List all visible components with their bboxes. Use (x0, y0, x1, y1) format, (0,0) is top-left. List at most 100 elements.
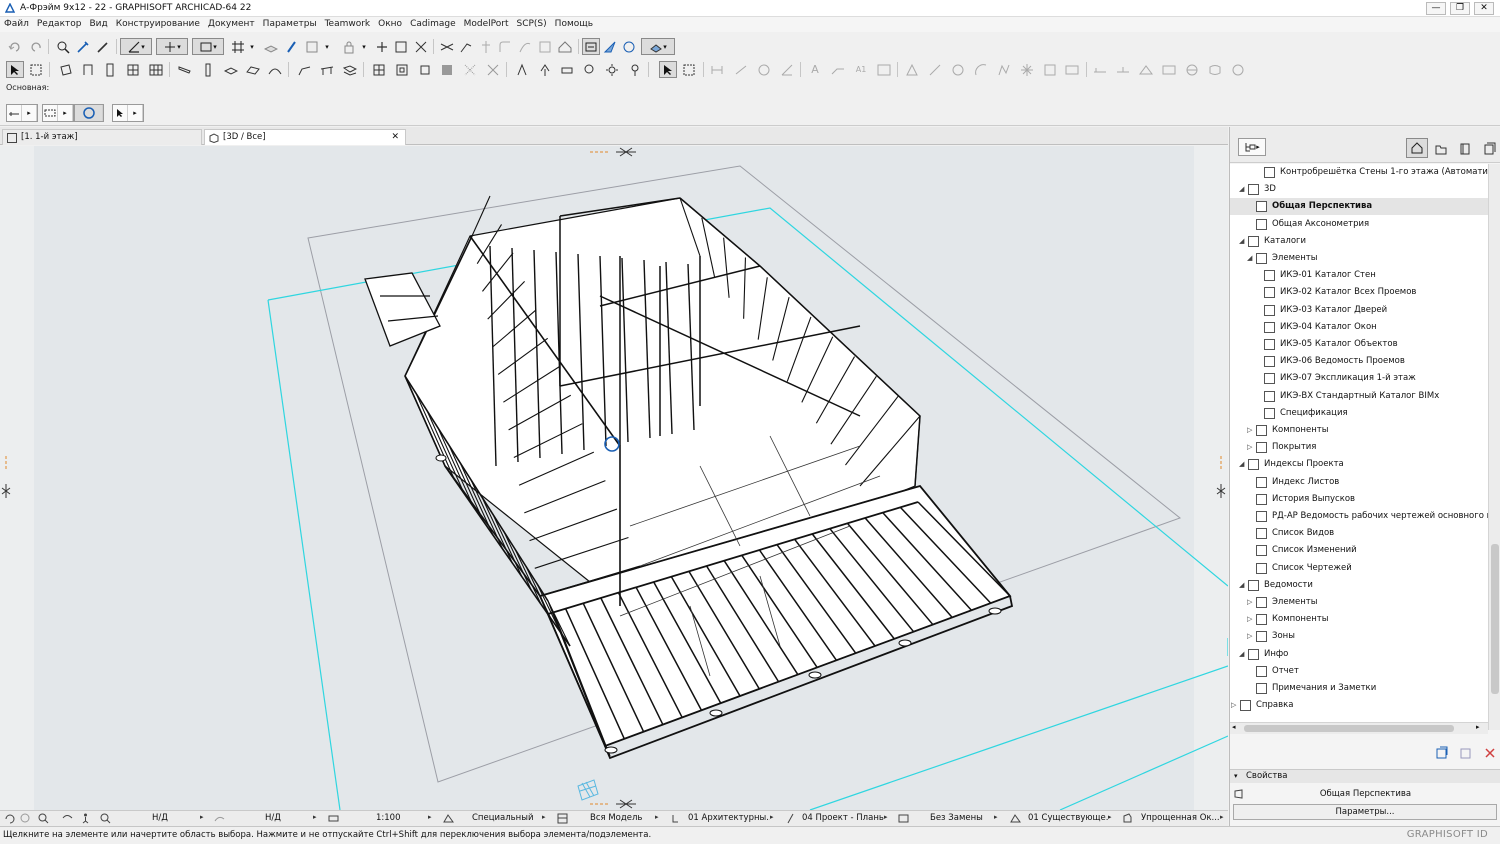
menu-options[interactable]: Параметры (259, 17, 321, 31)
selection-method-group[interactable]: ▸ (42, 104, 74, 122)
chevron-right-icon[interactable]: ▸ (655, 813, 659, 821)
intersect-icon[interactable] (477, 38, 495, 55)
collapsed-triangle-icon[interactable]: ▷ (1247, 422, 1255, 439)
renovation-filter-field[interactable]: 01 Существующе... (1028, 811, 1108, 826)
tree-item[interactable]: ◢ Каталоги (1230, 233, 1488, 250)
scroll-thumb[interactable] (1491, 544, 1499, 694)
chevron-right-icon[interactable]: ▸ (428, 813, 432, 821)
chevron-right-icon[interactable]: ▸ (1220, 813, 1224, 821)
dropdown-arrow-icon[interactable]: ▸ (128, 105, 143, 121)
collapsed-triangle-icon[interactable]: ▷ (1247, 628, 1255, 645)
chevron-right-icon[interactable]: ▸ (542, 813, 546, 821)
drag-icon[interactable] (373, 38, 391, 55)
elevation-tool-icon[interactable] (1114, 61, 1132, 78)
change-tool-icon[interactable] (1206, 61, 1224, 78)
3d-view-mode-icon[interactable]: ▾ (641, 38, 675, 55)
hotspot-tool-icon[interactable] (1018, 61, 1036, 78)
orbit-nav-icon[interactable] (62, 813, 73, 824)
layer-combination-field[interactable]: 01 Архитектурны... (688, 811, 770, 826)
arc-tool-icon[interactable] (972, 61, 990, 78)
chevron-right-icon[interactable]: ▸ (994, 813, 998, 821)
dropdown-arrow-icon[interactable]: ▸ (22, 105, 37, 121)
column-tool-icon[interactable] (199, 61, 217, 78)
scroll-right-icon[interactable]: ▸ (1476, 723, 1480, 731)
drawing-tool-icon[interactable] (1063, 61, 1081, 78)
chevron-right-icon[interactable]: ▸ (770, 813, 774, 821)
menu-design[interactable]: Конструирование (112, 17, 204, 31)
zone-stamp-icon[interactable]: A1 (852, 61, 870, 78)
rotate-view-group[interactable] (74, 104, 104, 122)
slab-tool-icon[interactable] (222, 61, 240, 78)
tree-item[interactable]: Примечания и Заметки (1230, 680, 1488, 697)
morph-tool-icon[interactable] (416, 61, 434, 78)
dropdown-arrow-icon[interactable]: ▸ (58, 105, 73, 121)
collapsed-triangle-icon[interactable]: ▷ (1231, 697, 1239, 714)
radial-dimension-icon[interactable] (755, 61, 773, 78)
tree-item[interactable]: Контробрешётка Стены 1-го этажа (Автомат… (1230, 164, 1488, 181)
collapsed-triangle-icon[interactable]: ▷ (1247, 611, 1255, 628)
model-canvas[interactable] (0, 146, 1228, 810)
graphic-override-field[interactable]: Без Замены (930, 811, 990, 826)
expanded-triangle-icon[interactable]: ◢ (1239, 456, 1247, 473)
split-icon[interactable] (438, 38, 456, 55)
tree-item[interactable]: ИКЭ-01 Каталог Стен (1230, 267, 1488, 284)
arrow-tool-icon[interactable] (6, 61, 24, 78)
figure-tool-icon[interactable] (1041, 61, 1059, 78)
pencil-icon[interactable] (282, 38, 300, 55)
walk-icon[interactable] (80, 813, 91, 824)
clone-view-icon[interactable] (1459, 746, 1473, 760)
expanded-triangle-icon[interactable]: ◢ (1239, 646, 1247, 663)
suspend-groups-icon[interactable]: ▾ (192, 38, 224, 55)
marquee-tool-icon[interactable] (27, 61, 45, 78)
interior-elevation-icon[interactable] (1137, 61, 1155, 78)
redo-icon[interactable] (27, 38, 45, 55)
tree-item[interactable]: ИКЭ-02 Каталог Всех Проемов (1230, 284, 1488, 301)
collapsed-triangle-icon[interactable]: ▷ (1247, 594, 1255, 611)
undo-icon[interactable] (6, 38, 24, 55)
grid-tool-icon[interactable] (147, 61, 165, 78)
polyline-tool-icon[interactable] (995, 61, 1013, 78)
partial-display-field[interactable]: Упрощенная Ок... (1141, 811, 1219, 826)
line-tool-icon[interactable] (926, 61, 944, 78)
fillet-icon[interactable] (496, 38, 514, 55)
tree-item[interactable]: ИКЭ-ВХ Стандартный Каталог BIMx (1230, 388, 1488, 405)
tree-item[interactable]: ▷ Покрытия (1230, 439, 1488, 456)
fill-tool-icon[interactable] (903, 61, 921, 78)
graphisoft-id-link[interactable]: GRAPHISOFT ID (1407, 829, 1488, 840)
door-tool-icon[interactable] (79, 61, 97, 78)
tab-3d-view[interactable]: [3D / Все] ✕ (204, 129, 406, 145)
tree-item[interactable]: ИКЭ-06 Ведомость Проемов (1230, 353, 1488, 370)
eyedropper-icon[interactable] (74, 38, 92, 55)
zoom-fit-icon[interactable] (100, 813, 111, 824)
label-tool-icon[interactable] (829, 61, 847, 78)
tree-vertical-scrollbar[interactable] (1488, 164, 1500, 730)
graphic-override-icon[interactable] (898, 813, 909, 824)
offset-icon[interactable] (516, 38, 534, 55)
menu-teamwork[interactable]: Teamwork (321, 17, 375, 31)
menu-modelport[interactable]: ModelPort (460, 17, 513, 31)
layers-icon[interactable] (262, 38, 280, 55)
find-select-icon[interactable] (54, 38, 72, 55)
grid-snap-icon[interactable]: ▾ (156, 38, 188, 55)
section-tool-icon[interactable] (1091, 61, 1109, 78)
scale-icon[interactable] (328, 813, 339, 824)
partial-display-icon[interactable] (1122, 813, 1133, 824)
angle-dimension-icon[interactable] (778, 61, 796, 78)
tree-item[interactable]: ▷ Справка (1230, 697, 1488, 714)
tree-item[interactable]: ИКЭ-03 Каталог Дверей (1230, 302, 1488, 319)
furniture-icon[interactable] (558, 61, 576, 78)
properties-header[interactable]: ▾ Свойства (1230, 769, 1500, 783)
scale-field[interactable]: 1:100 (376, 811, 426, 826)
tree-item[interactable]: ИКЭ-04 Каталог Окон (1230, 319, 1488, 336)
arrow-select-icon[interactable] (659, 61, 677, 78)
layer-combination-icon[interactable] (670, 813, 681, 824)
orientation-icon[interactable] (214, 813, 225, 824)
renovation-filter-icon[interactable] (1010, 813, 1021, 824)
parameters-button[interactable]: Параметры... (1233, 804, 1497, 820)
worksheet-tool-icon[interactable] (1160, 61, 1178, 78)
wall-geometry-icon[interactable] (7, 105, 22, 121)
trace-icon[interactable] (582, 38, 600, 55)
level-dimension-icon[interactable] (732, 61, 750, 78)
tree-item[interactable]: История Выпусков (1230, 491, 1488, 508)
lock-dropdown-icon[interactable]: ▾ (359, 38, 369, 55)
